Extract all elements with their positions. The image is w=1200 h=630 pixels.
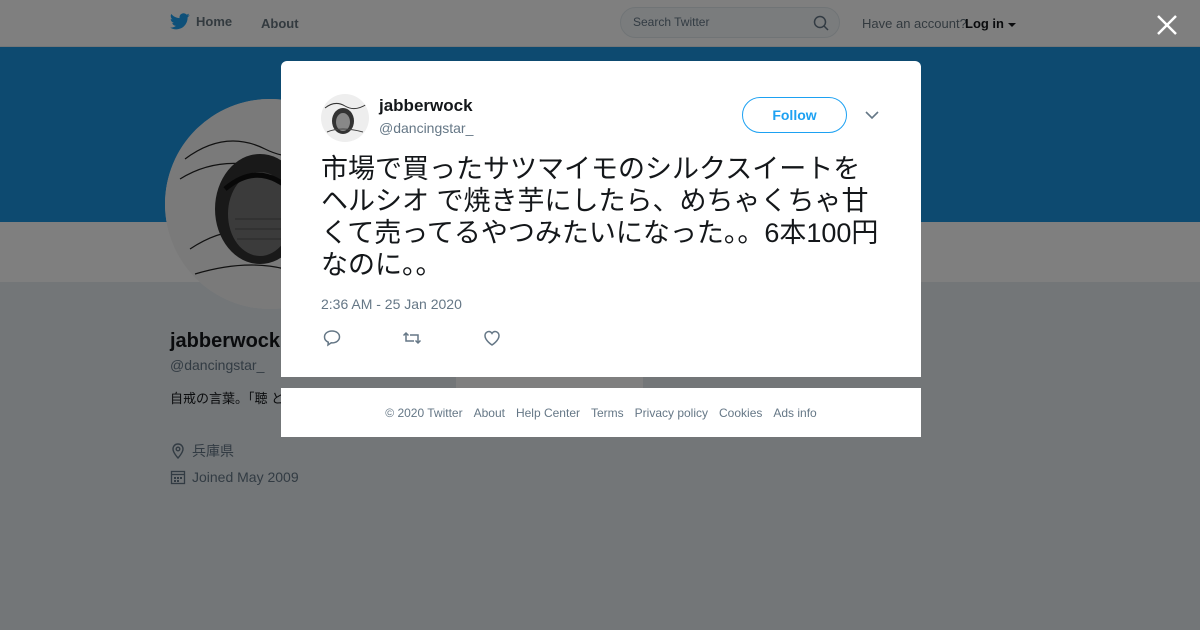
close-icon[interactable] <box>1154 12 1180 38</box>
retweet-icon[interactable] <box>402 328 422 348</box>
footer-help-center-link[interactable]: Help Center <box>516 406 580 420</box>
tweet-author-name[interactable]: jabberwock <box>379 96 473 116</box>
follow-button[interactable]: Follow <box>742 97 847 133</box>
chevron-down-icon[interactable] <box>865 110 879 120</box>
like-icon[interactable] <box>482 328 502 348</box>
footer-bar: © 2020 Twitter About Help Center Terms P… <box>281 388 921 437</box>
avatar-thumbnail-icon <box>321 94 369 142</box>
footer-terms-link[interactable]: Terms <box>591 406 624 420</box>
footer-cookies-link[interactable]: Cookies <box>719 406 762 420</box>
tweet-author-avatar[interactable] <box>321 94 369 142</box>
footer-ads-info-link[interactable]: Ads info <box>773 406 816 420</box>
footer-privacy-link[interactable]: Privacy policy <box>635 406 708 420</box>
footer-about-link[interactable]: About <box>474 406 505 420</box>
reply-icon[interactable] <box>322 328 342 348</box>
tweet-author-handle[interactable]: @dancingstar_ <box>379 120 473 136</box>
tweet-timestamp[interactable]: 2:36 AM - 25 Jan 2020 <box>321 296 462 312</box>
tweet-modal: jabberwock @dancingstar_ Follow 市場で買ったサツ… <box>281 61 921 377</box>
tweet-text: 市場で買ったサツマイモのシルクスイートをヘルシオ で焼き芋にしたら、めちゃくちゃ… <box>321 154 879 280</box>
footer-copyright: © 2020 Twitter <box>385 405 463 420</box>
